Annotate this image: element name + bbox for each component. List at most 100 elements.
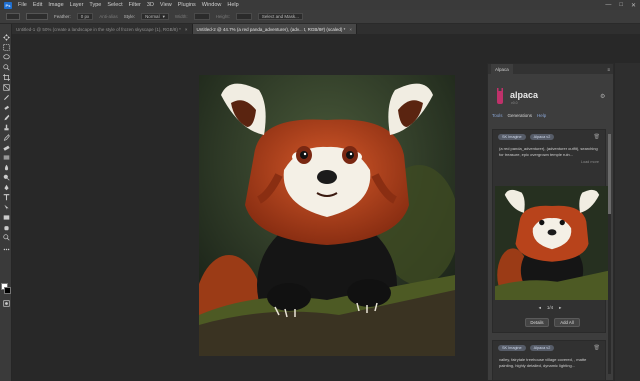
minimize-icon[interactable]: — <box>605 2 611 8</box>
width-label: Width: <box>174 14 188 19</box>
close-icon[interactable]: ✕ <box>631 2 636 9</box>
collapsed-panels-strip[interactable] <box>615 63 640 381</box>
tab-tools[interactable]: Tools <box>492 113 503 118</box>
scrollbar-thumb[interactable] <box>608 134 611 214</box>
panel-tabs: Tools Generations Help <box>492 113 546 118</box>
tab-untitled-1[interactable]: Untitled-1 @ 50% (create a landscape in … <box>12 24 193 34</box>
settings-icon[interactable]: ⚙ <box>600 93 605 100</box>
eyedropper-tool-icon[interactable] <box>2 94 10 101</box>
height-input[interactable] <box>235 13 252 20</box>
panel-titlebar: Alpaca ≡ <box>488 64 613 74</box>
menu-layer[interactable]: Layer <box>70 2 84 8</box>
options-bar: Feather: 0 px Anti-alias Style: Normal ▾… <box>0 10 640 24</box>
model-chips: SK Imagine Alpaca v2 🗑 <box>493 130 605 144</box>
load-more-link[interactable]: Load more <box>493 160 605 164</box>
menu-image[interactable]: Image <box>48 2 63 8</box>
move-tool-icon[interactable] <box>2 34 10 41</box>
feather-input[interactable]: 0 px <box>76 13 94 20</box>
style-select[interactable]: Normal ▾ <box>141 13 169 20</box>
menu-type[interactable]: Type <box>89 2 101 8</box>
previous-image-icon[interactable]: ◂ <box>539 305 541 311</box>
menu-select[interactable]: Select <box>107 2 122 8</box>
page-indicator: 1/4 <box>546 305 554 310</box>
quick-mask-icon[interactable] <box>2 300 10 307</box>
trash-icon[interactable]: 🗑 <box>594 134 600 140</box>
healing-brush-tool-icon[interactable] <box>2 104 10 111</box>
prompt-text: (a red panda_adventurer), (adventurer ou… <box>499 146 598 157</box>
generation-card: SK Imagine Alpaca v2 🗑 valley, fairytale… <box>492 340 606 381</box>
panel-tab-alpaca[interactable]: Alpaca <box>491 64 513 74</box>
type-tool-icon[interactable] <box>2 194 10 201</box>
height-label: Height: <box>215 14 230 19</box>
alpaca-plugin-panel: Alpaca ≡ alpaca v0.0 ⚙ Tools Generations… <box>487 63 614 381</box>
blur-tool-icon[interactable] <box>2 164 10 171</box>
menu-filter[interactable]: Filter <box>129 2 141 8</box>
rectangle-tool-icon[interactable] <box>2 214 10 221</box>
menu-help[interactable]: Help <box>227 2 238 8</box>
menu-3d[interactable]: 3D <box>147 2 154 8</box>
select-and-mask-button[interactable]: Select and Mask... <box>257 13 303 20</box>
marquee-tool-icon[interactable] <box>2 44 10 51</box>
plugin-name: alpaca <box>510 90 539 100</box>
clone-stamp-tool-icon[interactable] <box>2 124 10 131</box>
dodge-tool-icon[interactable] <box>2 174 10 181</box>
background-color-swatch[interactable] <box>4 287 11 294</box>
maximize-icon[interactable]: □ <box>619 2 623 8</box>
prompt-text: valley, fairytale treehouse village cove… <box>499 357 587 368</box>
zoom-tool-icon[interactable] <box>2 234 10 241</box>
generation-card: SK Imagine Alpaca v2 🗑 (a red panda_adve… <box>492 129 609 333</box>
close-icon[interactable]: × <box>349 27 352 32</box>
red-panda-thumbnail-image <box>495 186 609 300</box>
model-chips: SK Imagine Alpaca v2 🗑 <box>493 341 605 355</box>
feather-label: Feather: <box>54 14 71 19</box>
details-button[interactable]: Details <box>525 318 549 327</box>
tab-help[interactable]: Help <box>537 113 546 118</box>
gradient-tool-icon[interactable] <box>2 154 10 161</box>
menu-bar: Ps File Edit Image Layer Type Select Fil… <box>0 0 640 10</box>
menu-window[interactable]: Window <box>202 2 222 8</box>
style-label: Style: <box>123 14 136 19</box>
plugin-version: v0.0 <box>511 101 518 105</box>
document-canvas[interactable] <box>199 75 455 356</box>
tab-generations[interactable]: Generations <box>508 113 533 118</box>
tab-label: Untitled-1 @ 50% (create a landscape in … <box>16 26 181 32</box>
path-selection-tool-icon[interactable] <box>2 204 10 211</box>
alpaca-logo-icon <box>497 88 503 104</box>
width-input[interactable] <box>193 13 210 20</box>
pen-tool-icon[interactable] <box>2 184 10 191</box>
menu-plugins[interactable]: Plugins <box>178 2 196 8</box>
anti-alias-checkbox[interactable]: Anti-alias <box>99 14 118 19</box>
style-value: Normal <box>145 14 160 19</box>
window-controls: — □ ✕ <box>605 0 636 10</box>
crop-tool-icon[interactable] <box>2 74 10 81</box>
selection-mode-icons[interactable] <box>26 13 48 20</box>
chevron-down-icon: ▾ <box>162 13 165 19</box>
more-tools-icon[interactable] <box>2 246 10 253</box>
model-chip: Alpaca v2 <box>529 134 555 140</box>
trash-icon[interactable]: 🗑 <box>594 345 600 351</box>
close-icon[interactable]: × <box>185 27 188 32</box>
hand-tool-icon[interactable] <box>2 224 10 231</box>
model-chip: SK Imagine <box>498 345 526 351</box>
next-image-icon[interactable]: ▸ <box>559 305 561 311</box>
model-chip: SK Imagine <box>498 134 526 140</box>
document-tab-bar: Untitled-1 @ 50% (create a landscape in … <box>12 24 640 34</box>
menu-file[interactable]: File <box>18 2 27 8</box>
lasso-tool-icon[interactable] <box>2 54 10 61</box>
eraser-tool-icon[interactable] <box>2 144 10 151</box>
menu-edit[interactable]: Edit <box>33 2 42 8</box>
menu-view[interactable]: View <box>160 2 172 8</box>
quick-select-tool-icon[interactable] <box>2 64 10 71</box>
frame-tool-icon[interactable] <box>2 84 10 91</box>
photoshop-logo[interactable]: Ps <box>4 1 12 9</box>
add-all-button[interactable]: Add All <box>554 318 580 327</box>
panel-menu-icon[interactable]: ≡ <box>607 67 610 72</box>
marquee-preset-icon[interactable] <box>6 13 20 20</box>
generated-thumbnail[interactable] <box>495 186 609 300</box>
panel-scrollbar[interactable] <box>608 134 611 374</box>
brush-tool-icon[interactable] <box>2 114 10 121</box>
tab-untitled-2[interactable]: Untitled-2 @ 44.7% (a red panda_adventur… <box>192 24 357 34</box>
tools-panel <box>0 24 12 381</box>
image-pager: ◂ 1/4 ▸ <box>493 305 607 311</box>
history-brush-tool-icon[interactable] <box>2 134 10 141</box>
